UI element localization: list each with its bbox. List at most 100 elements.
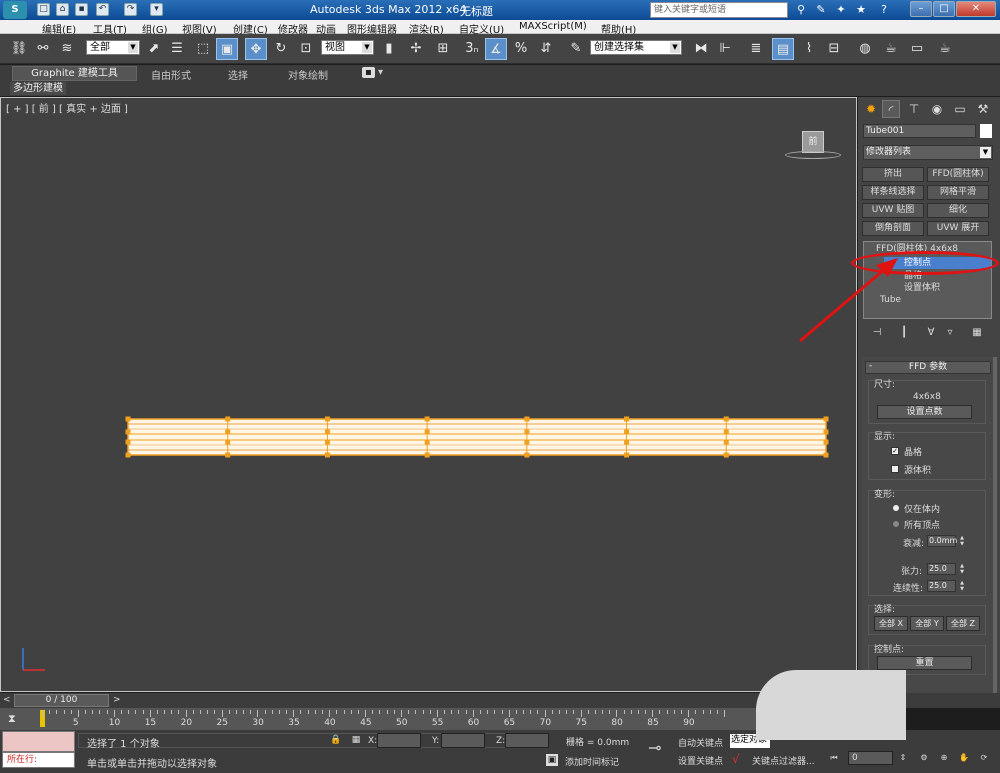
add-time-tag[interactable]: 添加时间标记	[565, 755, 619, 768]
control-point[interactable]	[225, 416, 231, 422]
unwrap-uvw-button[interactable]: UVW 展开	[927, 221, 989, 236]
collapse-icon[interactable]: -	[869, 361, 872, 371]
show-end-result-icon[interactable]: ┃	[897, 326, 911, 340]
control-point[interactable]	[424, 439, 430, 445]
window-crossing-icon[interactable]: ▣	[216, 38, 238, 60]
control-point[interactable]	[225, 439, 231, 445]
open-file-icon[interactable]: ⌂	[56, 3, 69, 16]
orbit-icon[interactable]: ⟳	[978, 752, 990, 764]
align-icon[interactable]: ⊩	[714, 38, 736, 60]
unlink-icon[interactable]: ⚯	[32, 38, 54, 60]
reset-button[interactable]: 重置	[877, 656, 972, 670]
modifier-list-dropdown[interactable]: 修改器列表 ▼	[863, 145, 993, 160]
select-manipulate-icon[interactable]: ✢	[405, 38, 427, 60]
meshsmooth-button[interactable]: 网格平滑	[927, 185, 989, 200]
angle-snap-icon[interactable]: ∡	[485, 38, 507, 60]
tab-freeform[interactable]: 自由形式	[151, 67, 191, 82]
object-name-field[interactable]: Tube001	[863, 124, 976, 138]
layer-manager-icon[interactable]: ≣	[745, 38, 767, 60]
absolute-mode-icon[interactable]: ▦	[350, 734, 362, 746]
set-number-of-points-button[interactable]: 设置点数	[877, 405, 972, 419]
hierarchy-tab-icon[interactable]: ⊤	[905, 100, 923, 118]
quick-access-dropdown-icon[interactable]: ▾	[150, 3, 163, 16]
only-in-volume-radio[interactable]	[893, 505, 899, 511]
control-point[interactable]	[125, 439, 131, 445]
control-point[interactable]	[624, 416, 630, 422]
control-point[interactable]	[524, 416, 530, 422]
curve-editor-icon[interactable]: ⌇	[798, 38, 820, 60]
control-point[interactable]	[624, 439, 630, 445]
time-slider[interactable]: 0 / 100	[14, 694, 109, 707]
set-key-button[interactable]: 设置关键点	[678, 754, 723, 767]
maxscript-listener[interactable]	[2, 731, 75, 752]
configure-sets-icon[interactable]: ▦	[970, 326, 984, 340]
favorites-icon[interactable]: ✦	[833, 2, 849, 18]
control-point[interactable]	[225, 452, 231, 458]
control-point[interactable]	[624, 429, 630, 435]
z-coordinate-field[interactable]	[505, 733, 549, 748]
pan-icon[interactable]: ✋	[958, 752, 970, 764]
ffd-params-header[interactable]: FFD 参数	[865, 361, 991, 374]
close-button[interactable]: ✕	[956, 1, 996, 17]
create-tab-icon[interactable]: ✹	[862, 100, 880, 118]
control-point[interactable]	[524, 452, 530, 458]
menu-maxscript[interactable]: MAXScript(M)	[519, 21, 587, 32]
auto-key-button[interactable]: 自动关键点	[678, 736, 723, 749]
control-point[interactable]	[324, 429, 330, 435]
schematic-view-icon[interactable]: ⊟	[823, 38, 845, 60]
spline-select-button[interactable]: 样条线选择	[862, 185, 924, 200]
key-mode-icon[interactable]: √	[732, 752, 740, 766]
material-editor-icon[interactable]: ◍	[854, 38, 876, 60]
control-point[interactable]	[723, 452, 729, 458]
graphite-toggle-icon[interactable]: ▤	[772, 38, 794, 60]
tab-selection[interactable]: 选择	[228, 67, 248, 82]
edit-named-selection-icon[interactable]: ✎	[565, 38, 587, 60]
source-volume-checkbox[interactable]	[891, 465, 899, 473]
current-frame-field[interactable]: 0	[848, 751, 893, 765]
select-by-name-icon[interactable]: ☰	[166, 38, 188, 60]
render-setup-icon[interactable]: ☕	[880, 38, 902, 60]
mirror-icon[interactable]: ⧓	[690, 38, 712, 60]
named-selection-dropdown[interactable]: 创建选择集 ▼	[590, 40, 682, 55]
scale-icon[interactable]: ⊡	[295, 38, 317, 60]
key-filters-button[interactable]: 关键点过滤器...	[752, 754, 815, 767]
spinner-arrows-icon[interactable]: ▲ ▼	[959, 535, 965, 547]
render-teapot-icon[interactable]: ☕	[934, 38, 956, 60]
tessellate-button[interactable]: 细化	[927, 203, 989, 218]
pivot-center-icon[interactable]: ▮	[378, 38, 400, 60]
control-point[interactable]	[125, 416, 131, 422]
bevel-profile-button[interactable]: 倒角剖面	[862, 221, 924, 236]
undo-icon[interactable]: ↶	[96, 3, 109, 16]
spinner-arrows-icon[interactable]: ▲ ▼	[959, 580, 965, 592]
keyboard-shortcut-icon[interactable]: ⊞	[432, 38, 454, 60]
utilities-tab-icon[interactable]: ⚒	[974, 100, 992, 118]
spinner-arrows-icon[interactable]: ⇕	[897, 752, 909, 764]
tab-object-paint[interactable]: 对象绘制	[288, 67, 328, 82]
viewport-label[interactable]: [ + ] [ 前 ] [ 真实 + 边面 ]	[6, 100, 128, 115]
display-tab-icon[interactable]: ▭	[951, 100, 969, 118]
rectangular-selection-icon[interactable]: ⬚	[192, 38, 214, 60]
continuity-spinner[interactable]: 25.0	[927, 580, 956, 592]
control-point[interactable]	[823, 416, 829, 422]
y-coordinate-field[interactable]	[441, 733, 485, 748]
control-point[interactable]	[723, 439, 729, 445]
viewcube-compass[interactable]	[785, 151, 841, 159]
rotate-icon[interactable]: ↻	[270, 38, 292, 60]
time-slider-right-arrow[interactable]: >	[113, 695, 121, 705]
time-config-icon[interactable]: ⚙	[918, 752, 930, 764]
control-point[interactable]	[723, 416, 729, 422]
zoom-extents-icon[interactable]: ⊕	[938, 752, 950, 764]
control-point[interactable]	[524, 439, 530, 445]
app-logo[interactable]: S	[3, 1, 27, 19]
make-unique-icon[interactable]: ∀	[924, 326, 938, 340]
control-point[interactable]	[324, 439, 330, 445]
ffd-lattice-object[interactable]	[120, 412, 834, 462]
control-point[interactable]	[424, 452, 430, 458]
time-tag-icon[interactable]: ▣	[546, 754, 558, 766]
control-point[interactable]	[424, 416, 430, 422]
all-vertices-radio[interactable]	[893, 521, 899, 527]
help-icon[interactable]: ?	[876, 2, 892, 18]
falloff-spinner[interactable]: 0.0mm	[927, 535, 957, 547]
save-icon[interactable]: ▪	[75, 3, 88, 16]
control-point[interactable]	[125, 429, 131, 435]
